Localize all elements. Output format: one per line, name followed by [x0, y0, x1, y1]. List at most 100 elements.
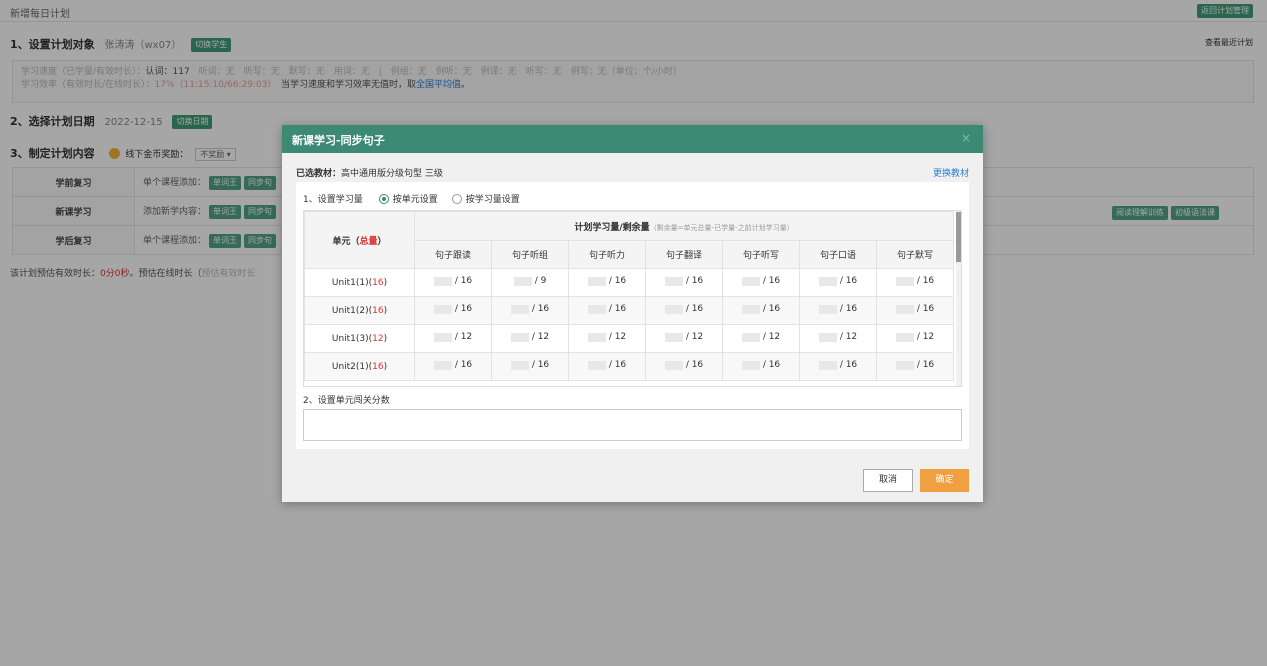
amount-cell-inner: / 16: [510, 360, 549, 370]
plan-amount-input[interactable]: [510, 332, 529, 342]
plan-amount-input[interactable]: [741, 304, 760, 314]
unit-header-text: 单元（: [332, 236, 360, 247]
group-header: 计划学习量/剩余量（剩余量=单元总量-已学量-之前计划学习量）: [414, 211, 954, 241]
plan-amount-input[interactable]: [513, 276, 532, 286]
amount-cell-inner: / 16: [664, 276, 703, 286]
pass-score-input[interactable]: [303, 409, 962, 441]
close-icon[interactable]: ×: [961, 131, 971, 145]
unit-name: Unit1(3)(: [331, 333, 373, 344]
unit-total: 16: [372, 277, 384, 288]
amount-cell-inner: / 12: [741, 332, 780, 342]
remaining-amount: / 16: [608, 304, 627, 315]
amount-cell-inner: / 12: [587, 332, 626, 342]
radio-by-unit-label[interactable]: 按单元设置: [393, 192, 438, 205]
scrollbar-thumb[interactable]: [956, 212, 961, 262]
amount-cell-inner: / 16: [818, 276, 857, 286]
plan-amount-input[interactable]: [433, 332, 452, 342]
plan-amount-input[interactable]: [664, 304, 683, 314]
material-label: 已选教材：: [296, 169, 342, 179]
unit-total: 16: [372, 361, 384, 372]
amount-cell-inner: / 16: [818, 360, 858, 371]
amount-cell-inner: / 16: [895, 360, 935, 371]
plan-amount-input[interactable]: [895, 276, 914, 286]
change-material-link[interactable]: 更换教材: [933, 166, 969, 179]
plan-amount-input[interactable]: [510, 360, 529, 370]
amount-cell-inner: / 16: [587, 276, 627, 287]
plan-amount-input[interactable]: [587, 304, 606, 314]
plan-amount-input[interactable]: [587, 332, 606, 342]
plan-amount-input[interactable]: [895, 304, 914, 314]
amount-cell: / 16: [414, 352, 492, 381]
table-scrollbar[interactable]: [956, 211, 961, 386]
remaining-amount: / 12: [531, 332, 550, 343]
amount-cell: / 16: [568, 296, 646, 325]
amount-cell: / 12: [491, 324, 569, 353]
unit-cell: Unit1(2)(16): [304, 296, 415, 325]
amount-cell-inner: / 16: [741, 276, 780, 286]
table-row: Unit2(1)(16) / 16 / 16 / 16 / 16 / 16 / 16 / 16: [304, 352, 954, 381]
plan-amount-input[interactable]: [895, 360, 914, 370]
remaining-amount: / 12: [839, 332, 858, 343]
amount-cell: / 12: [568, 324, 646, 353]
remaining-amount: / 16: [916, 360, 935, 371]
remaining-amount: / 16: [762, 360, 781, 371]
plan-amount-input[interactable]: [587, 276, 606, 286]
radio-by-amount-label[interactable]: 按学习量设置: [466, 192, 520, 205]
unit-column-header: 单元（总量）: [304, 211, 415, 269]
remaining-amount: / 16: [608, 276, 627, 287]
amount-cell: / 16: [414, 296, 492, 325]
amount-cell-inner: / 16: [433, 276, 472, 286]
confirm-button[interactable]: 确定: [920, 469, 969, 492]
plan-amount-input[interactable]: [741, 360, 760, 370]
amount-cell-inner: / 16: [895, 276, 935, 287]
unit-table-wrap: 单元（总量） 计划学习量/剩余量（剩余量=单元总量-已学量-之前计划学习量） 句…: [303, 210, 962, 387]
amount-cell: / 16: [722, 296, 800, 325]
remaining-amount: / 16: [916, 276, 935, 287]
unit-plan-table: 单元（总量） 计划学习量/剩余量（剩余量=单元总量-已学量-之前计划学习量） 句…: [304, 211, 954, 381]
plan-amount-input[interactable]: [895, 332, 914, 342]
remaining-amount: / 16: [839, 360, 858, 371]
plan-amount-input[interactable]: [818, 332, 837, 342]
column-header: 句子翻译: [645, 240, 723, 269]
remaining-amount: / 16: [608, 360, 627, 371]
cancel-button[interactable]: 取消: [863, 469, 913, 492]
remaining-amount: / 16: [685, 360, 704, 371]
unit-cell: Unit2(1)(16): [304, 352, 415, 381]
remaining-amount: / 16: [916, 304, 935, 315]
unit-name: Unit1(2)(: [331, 305, 373, 316]
plan-amount-input[interactable]: [818, 304, 837, 314]
amount-cell: / 16: [568, 268, 646, 297]
plan-amount-input[interactable]: [587, 360, 606, 370]
amount-cell: / 12: [799, 324, 877, 353]
radio-by-amount[interactable]: [451, 193, 462, 204]
plan-amount-input[interactable]: [664, 332, 683, 342]
amount-cell-inner: / 16: [741, 360, 781, 371]
plan-amount-input[interactable]: [664, 276, 683, 286]
plan-amount-input[interactable]: [433, 304, 452, 314]
column-header: 句子跟读: [414, 240, 492, 269]
unit-cell: Unit1(1)(16): [304, 268, 415, 297]
radio-by-unit[interactable]: [378, 193, 389, 204]
amount-cell-inner: / 16: [664, 360, 704, 371]
plan-amount-input[interactable]: [433, 276, 452, 286]
amount-cell: / 9: [491, 268, 569, 297]
plan-amount-input[interactable]: [818, 276, 837, 286]
plan-amount-input[interactable]: [433, 360, 452, 370]
table-row: Unit1(3)(12) / 12 / 12 / 12 / 12 / 12 / 12 / 12: [304, 324, 954, 353]
amount-cell: / 12: [645, 324, 723, 353]
remaining-amount: / 16: [454, 360, 473, 371]
plan-amount-input[interactable]: [510, 304, 529, 314]
amount-cell: / 12: [414, 324, 492, 353]
plan-amount-input[interactable]: [664, 360, 683, 370]
unit-name: Unit1(1)(: [331, 277, 373, 288]
remaining-amount: / 16: [839, 304, 858, 315]
amount-cell: / 16: [876, 296, 954, 325]
plan-amount-input[interactable]: [818, 360, 837, 370]
group-header-text: 计划学习量/剩余量: [574, 222, 650, 233]
amount-cell-inner: / 16: [664, 304, 703, 314]
unit-name-end: ): [383, 361, 388, 372]
column-header: 句子听写: [722, 240, 800, 269]
plan-amount-input[interactable]: [741, 276, 760, 286]
remaining-amount: / 16: [531, 304, 550, 315]
plan-amount-input[interactable]: [741, 332, 760, 342]
